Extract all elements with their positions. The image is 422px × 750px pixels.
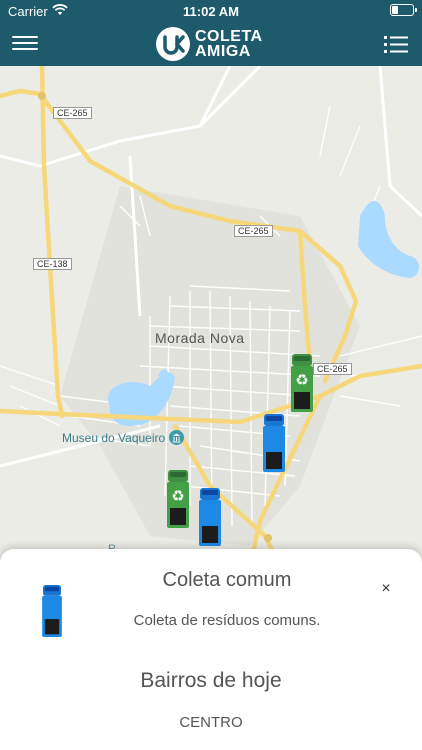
common-truck-icon [263, 414, 285, 472]
common-truck-icon [199, 488, 221, 546]
svg-text:♻: ♻ [171, 487, 184, 505]
hamburger-menu-icon [12, 36, 38, 50]
road-shield-ce138: CE-138 [33, 258, 72, 270]
common-truck-icon [40, 585, 64, 637]
nav-bar: COLETA AMIGA [0, 22, 422, 66]
logo-text: COLETA AMIGA [195, 28, 263, 60]
sheet-title: Coleta comum [162, 569, 292, 591]
road-shield-ce265-right: CE-265 [313, 363, 352, 375]
recycling-truck-icon: ♻ [167, 470, 189, 528]
clock: 11:02 AM [183, 4, 239, 19]
truck-info-sheet: Coleta comum × Coleta de resíduos comuns… [0, 549, 422, 750]
app-logo: COLETA AMIGA [156, 26, 263, 62]
list-icon [384, 36, 408, 53]
neighborhoods-heading: Bairros de hoje [140, 669, 282, 692]
status-bar: Carrier 11:02 AM [0, 0, 422, 22]
poi-marker[interactable]: Museu do Vaqueiro [62, 430, 185, 445]
menu-button[interactable] [12, 32, 38, 56]
list-button[interactable] [382, 30, 410, 58]
city-label: Morada Nova [155, 330, 245, 346]
battery-icon [390, 4, 417, 16]
logo-line-2: AMIGA [195, 43, 251, 60]
road-shield-ce265-top: CE-265 [53, 107, 92, 119]
map-view[interactable]: CE-265 CE-265 CE-138 CE-265 Morada Nova … [0, 66, 422, 566]
logo-line-1: COLETA [195, 28, 263, 45]
road-shield-ce265-mid: CE-265 [234, 225, 273, 237]
neighborhood-item: CENTRO [179, 714, 243, 731]
svg-text:♻: ♻ [295, 371, 308, 389]
museum-icon [169, 430, 185, 445]
recycling-truck-icon: ♻ [291, 354, 313, 412]
recycle-logo-icon [156, 27, 190, 61]
reservoir [358, 201, 419, 278]
close-icon: × [381, 580, 391, 597]
close-button[interactable]: × [377, 580, 395, 598]
sheet-description: Coleta de resíduos comuns. [133, 612, 321, 629]
poi-label: Museu do Vaqueiro [62, 430, 166, 445]
